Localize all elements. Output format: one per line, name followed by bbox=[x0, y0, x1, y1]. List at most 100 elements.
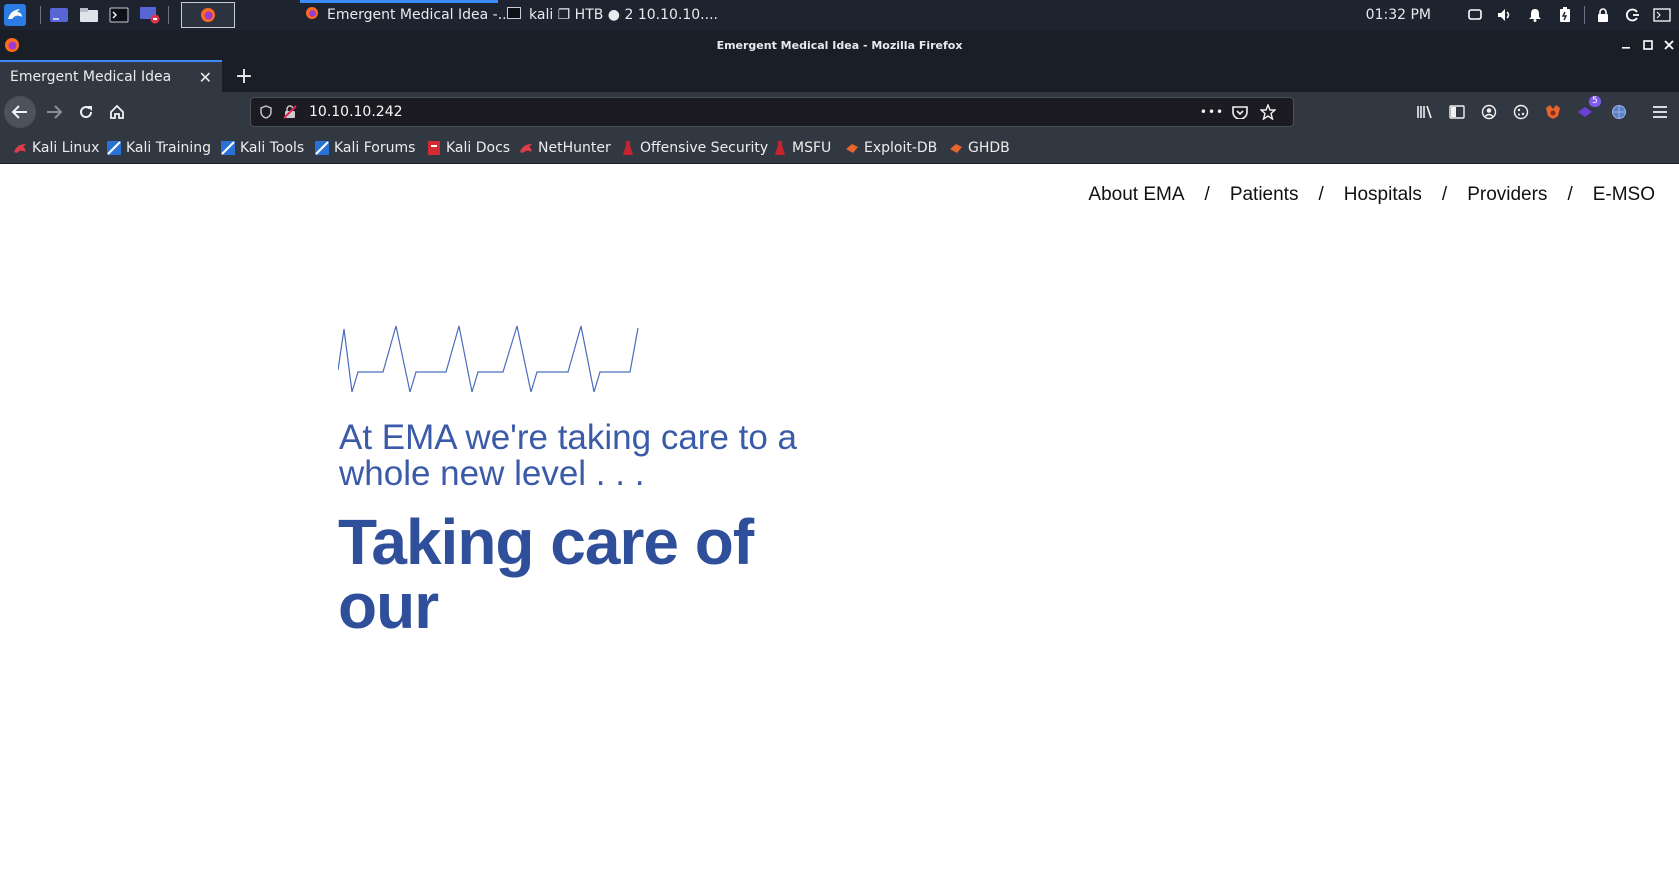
kali-training-icon bbox=[107, 140, 121, 155]
nav-link-patients[interactable]: Patients bbox=[1230, 184, 1299, 206]
bookmark-offensive-security[interactable]: Offensive Security bbox=[620, 132, 768, 163]
bookmark-label: Kali Linux bbox=[32, 139, 100, 156]
battery-icon[interactable] bbox=[1554, 0, 1576, 30]
pocket-icon[interactable] bbox=[1229, 98, 1251, 126]
panel-separator bbox=[1584, 6, 1585, 24]
show-desktop-corner-icon[interactable] bbox=[1650, 0, 1674, 30]
tab-title: Emergent Medical Idea bbox=[10, 69, 172, 85]
firefox-launcher-icon[interactable] bbox=[181, 2, 235, 28]
terminal-icon[interactable] bbox=[108, 4, 130, 26]
insecure-connection-icon[interactable] bbox=[279, 98, 301, 126]
bookmark-label: Kali Tools bbox=[240, 139, 305, 156]
bookmark-label: Kali Forums bbox=[334, 139, 416, 156]
screen-recorder-icon[interactable] bbox=[138, 4, 162, 26]
forward-button[interactable] bbox=[38, 96, 70, 128]
logout-icon[interactable] bbox=[1622, 0, 1644, 30]
bookmark-kali-linux[interactable]: Kali Linux bbox=[12, 132, 99, 163]
page-actions-menu-icon[interactable]: ••• bbox=[1200, 98, 1223, 126]
file-manager-icon[interactable] bbox=[78, 4, 100, 26]
kali-tools-icon bbox=[221, 140, 235, 155]
account-icon[interactable] bbox=[1474, 96, 1504, 128]
hero-headline: Taking care of our bbox=[338, 506, 754, 642]
task-title: Emergent Medical Idea -... bbox=[327, 7, 512, 23]
terminal-icon bbox=[507, 7, 521, 23]
site-navigation: About EMA / Patients / Hospitals / Provi… bbox=[1088, 184, 1655, 206]
nav-link-providers[interactable]: Providers bbox=[1467, 184, 1547, 206]
show-desktop-icon[interactable] bbox=[48, 4, 70, 26]
cookie-extension-icon[interactable] bbox=[1506, 96, 1536, 128]
panel-separator bbox=[168, 6, 169, 24]
panel-separator bbox=[40, 6, 41, 24]
tab-strip: Emergent Medical Idea ✕ + bbox=[0, 60, 1679, 92]
url-bar[interactable]: 10.10.10.242 ••• bbox=[250, 97, 1294, 127]
taskbar-firefox-window[interactable]: Emergent Medical Idea -... bbox=[305, 0, 511, 30]
navigation-toolbar: 10.10.10.242 ••• 5 bbox=[0, 92, 1679, 132]
clock[interactable]: 01:32 PM bbox=[1366, 0, 1431, 30]
library-icon[interactable] bbox=[1410, 96, 1440, 128]
kali-docs-icon bbox=[428, 140, 440, 155]
home-button[interactable] bbox=[101, 96, 133, 128]
bookmark-exploit-db[interactable]: Exploit-DB bbox=[844, 132, 937, 163]
bookmark-kali-training[interactable]: Kali Training bbox=[106, 132, 211, 163]
kali-dragon-icon bbox=[14, 143, 26, 153]
bookmark-label: Kali Training bbox=[126, 139, 211, 156]
bookmark-label: Offensive Security bbox=[640, 139, 769, 156]
taskbar-terminal-window[interactable]: kali ❐ HTB ● 2 10.10.10.... bbox=[507, 0, 718, 30]
msfu-icon bbox=[775, 140, 785, 155]
bookmark-kali-forums[interactable]: Kali Forums bbox=[314, 132, 415, 163]
kali-menu-icon[interactable] bbox=[2, 4, 28, 26]
bookmark-label: NetHunter bbox=[538, 139, 611, 156]
nav-separator: / bbox=[1567, 184, 1573, 205]
bookmark-label: Exploit-DB bbox=[864, 139, 938, 156]
extension-badge: 5 bbox=[1589, 96, 1601, 107]
back-button[interactable] bbox=[4, 96, 36, 128]
tab-close-icon[interactable]: ✕ bbox=[199, 62, 212, 92]
bookmark-label: Kali Docs bbox=[446, 139, 511, 156]
tab-emergent-medical-idea[interactable]: Emergent Medical Idea ✕ bbox=[0, 60, 222, 92]
reload-button[interactable] bbox=[70, 96, 102, 128]
bookmarks-toolbar: Kali Linux Kali Training Kali Tools Kali… bbox=[0, 132, 1679, 164]
nav-link-about-ema[interactable]: About EMA bbox=[1088, 184, 1184, 206]
notifications-icon[interactable] bbox=[1524, 0, 1546, 30]
lock-screen-icon[interactable] bbox=[1592, 0, 1614, 30]
nethunter-icon bbox=[520, 143, 532, 153]
bookmark-msfu[interactable]: MSFU bbox=[772, 132, 831, 163]
wappalyzer-icon[interactable]: 5 bbox=[1570, 96, 1601, 128]
bookmark-kali-docs[interactable]: Kali Docs bbox=[426, 132, 510, 163]
bookmark-label: GHDB bbox=[968, 139, 1010, 156]
minimize-button[interactable] bbox=[1616, 30, 1636, 60]
nav-separator: / bbox=[1204, 184, 1210, 205]
nav-separator: / bbox=[1441, 184, 1448, 205]
nav-link-e-mso[interactable]: E-MSO bbox=[1593, 184, 1655, 206]
window-titlebar: Emergent Medical Idea - Mozilla Firefox bbox=[0, 30, 1679, 60]
bookmark-ghdb[interactable]: GHDB bbox=[948, 132, 1010, 163]
firefox-icon bbox=[305, 6, 319, 24]
display-icon[interactable] bbox=[1464, 0, 1486, 30]
offsec-icon bbox=[623, 140, 633, 155]
close-window-button[interactable] bbox=[1659, 30, 1679, 60]
heartbeat-line-icon bbox=[338, 325, 639, 393]
hero-tagline: At EMA we're taking care to a whole new … bbox=[339, 418, 798, 493]
hamburger-menu-icon[interactable] bbox=[1645, 96, 1675, 128]
window-title: Emergent Medical Idea - Mozilla Firefox bbox=[716, 38, 963, 52]
url-text[interactable]: 10.10.10.242 bbox=[309, 98, 403, 126]
kali-forums-icon bbox=[315, 140, 329, 155]
new-tab-button[interactable]: + bbox=[232, 60, 256, 92]
foxyproxy-icon[interactable] bbox=[1538, 96, 1568, 128]
task-title: kali ❐ HTB ● 2 10.10.10.... bbox=[529, 7, 718, 23]
bookmark-nethunter[interactable]: NetHunter bbox=[518, 132, 611, 163]
ghdb-icon bbox=[950, 143, 962, 153]
sidebar-toggle-icon[interactable] bbox=[1442, 96, 1472, 128]
maximize-button[interactable] bbox=[1638, 30, 1658, 60]
bookmark-kali-tools[interactable]: Kali Tools bbox=[220, 132, 304, 163]
nav-link-hospitals[interactable]: Hospitals bbox=[1344, 184, 1422, 206]
volume-icon[interactable] bbox=[1494, 0, 1516, 30]
web-page: About EMA / Patients / Hospitals / Provi… bbox=[0, 164, 1679, 888]
desktop-panel: Emergent Medical Idea -... kali ❐ HTB ● … bbox=[0, 0, 1679, 30]
nav-separator: / bbox=[1318, 184, 1324, 205]
bookmark-label: MSFU bbox=[792, 139, 832, 156]
tracking-protection-shield-icon[interactable] bbox=[255, 98, 277, 126]
globe-extension-icon[interactable] bbox=[1604, 96, 1634, 128]
exploit-db-icon bbox=[846, 143, 858, 153]
bookmark-star-icon[interactable] bbox=[1257, 98, 1279, 126]
